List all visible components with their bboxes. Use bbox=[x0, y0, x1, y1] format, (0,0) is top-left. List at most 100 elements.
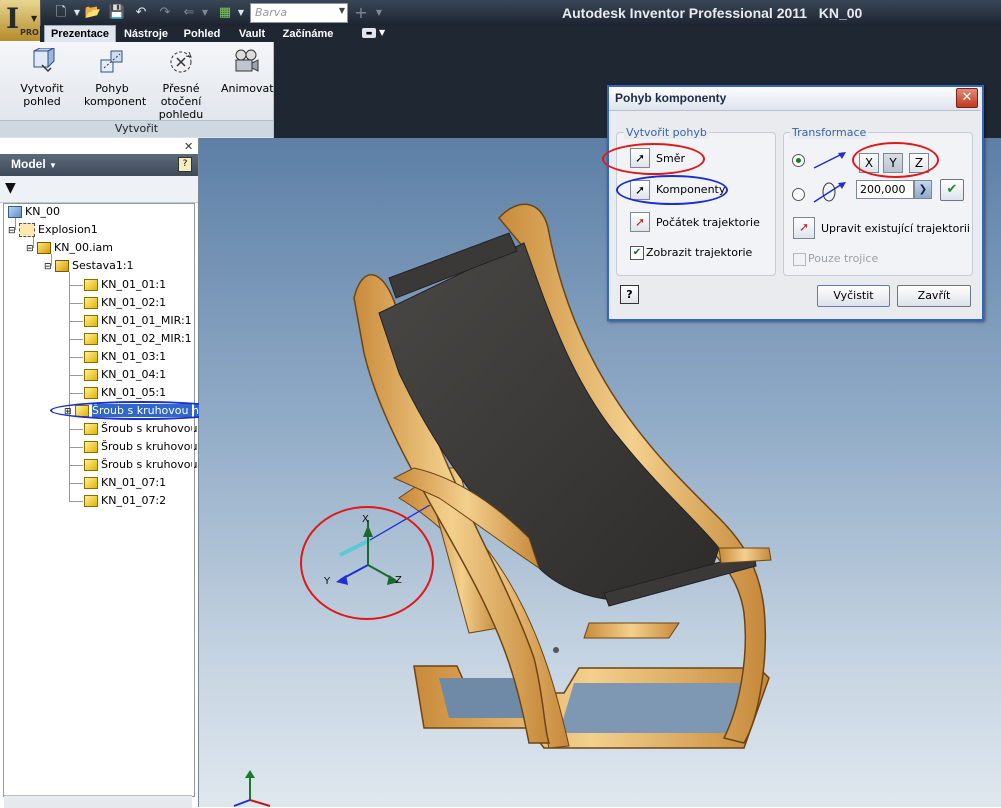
chevron-down-icon[interactable]: ▼ bbox=[379, 28, 385, 37]
animate-camera-icon bbox=[235, 49, 259, 72]
tree-node-part[interactable]: KN_01_05:1 bbox=[84, 384, 166, 402]
tab-vault[interactable]: Vault bbox=[232, 26, 272, 42]
color-combo-value: Barva bbox=[255, 6, 288, 19]
redo-icon[interactable]: ↷ bbox=[156, 4, 174, 22]
pro-label: PRO bbox=[20, 28, 39, 37]
rotation-value-input[interactable]: 200,000 bbox=[856, 180, 914, 199]
browser-toolbar bbox=[0, 176, 198, 203]
assembly-icon bbox=[37, 242, 52, 254]
annotation-blue-ellipse bbox=[616, 175, 728, 205]
chevron-down-icon: ▼ bbox=[31, 14, 38, 23]
part-icon bbox=[84, 477, 98, 489]
tab-pohled[interactable]: Pohled bbox=[178, 26, 226, 42]
close-icon[interactable]: ✕ bbox=[184, 140, 193, 153]
return-dropdown-icon[interactable]: ▼ bbox=[196, 4, 214, 22]
part-icon bbox=[84, 495, 98, 507]
close-button[interactable]: Zavřít bbox=[897, 285, 971, 307]
tree-node-part[interactable]: Šroub s kruhovou h bbox=[84, 456, 208, 474]
save-icon[interactable]: 💾 bbox=[108, 4, 126, 22]
translate-arrow-icon bbox=[813, 152, 846, 169]
assembly-icon bbox=[55, 260, 70, 272]
animate-button[interactable]: Animovat bbox=[221, 48, 274, 95]
chevron-down-icon: ▼ bbox=[338, 6, 345, 15]
create-view-icon bbox=[33, 47, 55, 73]
part-icon bbox=[84, 423, 98, 435]
chevron-down-icon: ▼ bbox=[49, 161, 57, 170]
precise-rotation-icon bbox=[170, 51, 192, 73]
tree-node-part[interactable]: KN_01_01_MIR:1 bbox=[84, 312, 192, 330]
collapse-icon: ⊟ bbox=[26, 244, 34, 254]
help-icon[interactable]: ? bbox=[620, 285, 639, 304]
tab-nastroje[interactable]: Nástroje bbox=[120, 26, 172, 42]
help-icon[interactable]: ? bbox=[178, 157, 192, 172]
filter-icon[interactable]: ▼ bbox=[5, 180, 16, 196]
part-icon bbox=[84, 315, 98, 327]
rotate-radio[interactable] bbox=[792, 188, 805, 201]
triad-only-checkbox[interactable] bbox=[793, 253, 806, 266]
tree-node-part[interactable]: Šroub s kruhovou h bbox=[84, 438, 208, 456]
create-tweak-group-label: Vytvořit pohyb bbox=[624, 126, 709, 139]
part-icon bbox=[84, 297, 98, 309]
part-icon bbox=[84, 369, 98, 381]
collapse-icon: ⊟ bbox=[8, 226, 16, 236]
ribbon-group-label: Vytvořit bbox=[0, 120, 273, 137]
transform-group-label: Transformace bbox=[790, 126, 869, 139]
tree-node-part[interactable]: Šroub s kruhovou h bbox=[84, 420, 208, 438]
tree-node-part[interactable]: KN_01_02_MIR:1 bbox=[84, 330, 192, 348]
part-icon bbox=[84, 351, 98, 363]
undo-icon[interactable]: ↶ bbox=[132, 4, 150, 22]
qat-customize-icon[interactable]: ▼ bbox=[370, 4, 388, 22]
browser-scrollbar[interactable] bbox=[4, 795, 192, 808]
axis-indicator bbox=[233, 770, 271, 807]
tweak-components-icon bbox=[100, 50, 123, 73]
create-view-label: Vytvořit pohled bbox=[20, 82, 64, 108]
show-path-label: Zobrazit trajektorie bbox=[646, 246, 753, 259]
tree-node-part[interactable]: KN_01_02:1 bbox=[84, 294, 166, 312]
tree-node-part[interactable]: KN_01_01:1 bbox=[84, 276, 166, 294]
tree-node-part[interactable]: KN_01_04:1 bbox=[84, 366, 166, 384]
tweak-components-button[interactable]: Pohyb komponent bbox=[84, 48, 146, 108]
browser-title-dropdown[interactable]: Model ▼ bbox=[11, 157, 57, 171]
translate-radio[interactable] bbox=[792, 154, 805, 167]
animate-label: Animovat bbox=[221, 82, 274, 95]
part-icon bbox=[84, 333, 98, 345]
collapse-icon: ⊟ bbox=[44, 262, 52, 272]
apply-checkmark-button[interactable]: ✔ bbox=[940, 179, 964, 201]
part-icon bbox=[84, 387, 98, 399]
tree-node-part[interactable]: KN_01_07:2 bbox=[84, 492, 166, 510]
tree-node-assembly-file[interactable]: ⊟ KN_00.iam bbox=[26, 239, 113, 257]
dialog-title: Pohyb komponenty bbox=[615, 91, 727, 105]
tree-node-explosion[interactable]: ⊟ Explosion1 bbox=[8, 221, 98, 239]
open-folder-icon[interactable]: 📂 bbox=[84, 4, 102, 22]
edit-path-label: Upravit existující trajektorii bbox=[821, 222, 970, 235]
inventor-logo-icon: I bbox=[6, 2, 20, 35]
tab-zaciname[interactable]: Začínáme bbox=[278, 26, 338, 42]
show-path-checkbox[interactable]: ✔ bbox=[630, 246, 644, 260]
path-origin-label: Počátek trajektorie bbox=[656, 216, 760, 229]
precise-view-rotation-button[interactable]: Přesné otočení pohledu bbox=[142, 48, 220, 121]
explosion-icon bbox=[19, 223, 36, 237]
tree-node-part[interactable]: KN_01_07:1 bbox=[84, 474, 166, 492]
window-title: Autodesk Inventor Professional 2011 KN_0… bbox=[562, 5, 863, 21]
part-icon bbox=[84, 459, 98, 471]
create-view-button[interactable]: Vytvořit pohled bbox=[2, 47, 82, 108]
clear-button[interactable]: Vyčistit bbox=[817, 285, 890, 307]
cursor-arrow-icon: ➚ bbox=[798, 220, 810, 234]
close-icon[interactable]: ✕ bbox=[956, 88, 978, 108]
tree-node-part[interactable]: KN_01_03:1 bbox=[84, 348, 166, 366]
update-dropdown-icon[interactable]: ▼ bbox=[232, 4, 250, 22]
chevron-right-icon[interactable]: ❯ bbox=[914, 180, 932, 199]
color-override-combo[interactable]: Barva ▼ bbox=[250, 3, 348, 23]
tree-node-subassembly[interactable]: ⊟ Sestava1:1 bbox=[44, 257, 134, 275]
presentation-file-icon bbox=[8, 206, 22, 218]
part-icon bbox=[84, 279, 98, 291]
panel-toggle-icon[interactable]: ▬ bbox=[362, 28, 376, 38]
annotation-red-ellipse bbox=[852, 142, 939, 178]
tab-prezentace[interactable]: Prezentace bbox=[44, 25, 116, 43]
tree-node-root[interactable]: KN_00 bbox=[8, 203, 60, 221]
edit-path-button[interactable]: ➚ bbox=[793, 217, 815, 239]
add-icon[interactable]: + bbox=[352, 4, 370, 22]
application-menu-button[interactable]: I PRO ▼ bbox=[0, 0, 41, 41]
annotation-red-ellipse bbox=[300, 506, 434, 620]
path-origin-pick-button[interactable]: ➚ bbox=[630, 212, 650, 232]
